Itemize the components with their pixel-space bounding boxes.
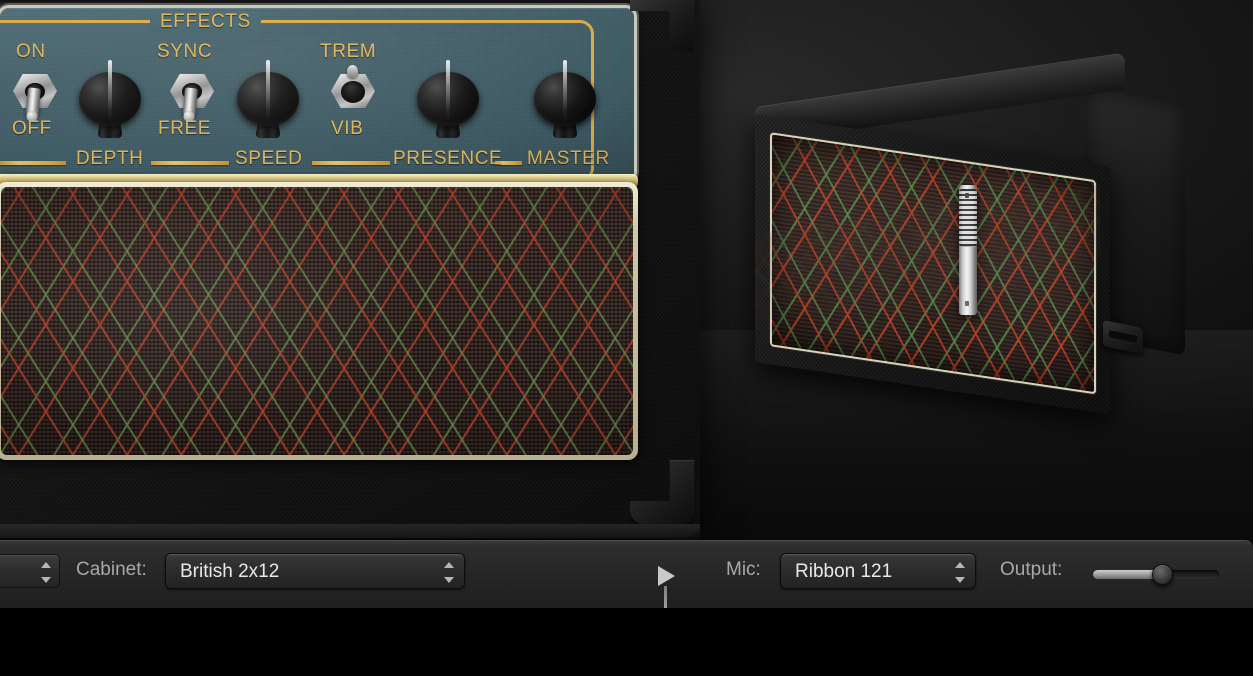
switch-tremolo-sync[interactable] xyxy=(165,60,219,119)
effects-section-label: EFFECTS xyxy=(150,11,261,33)
amp-control-panel: EFFECTS ON OFF SYNC FREE TREM VIB DEPTH … xyxy=(0,8,634,176)
window-bottom-area xyxy=(0,608,1253,676)
toggle-lever-icon[interactable] xyxy=(25,87,41,119)
knob-presence[interactable] xyxy=(417,54,479,138)
chevron-up-icon xyxy=(443,562,454,568)
play-triangle-icon[interactable] xyxy=(658,566,675,586)
chevron-up-icon xyxy=(954,562,965,568)
knob-pointer-icon xyxy=(446,60,450,122)
chevron-down-icon xyxy=(40,577,51,583)
legend-rule xyxy=(151,161,229,165)
amp-model-popup-truncated[interactable] xyxy=(0,554,60,588)
legend-rule xyxy=(0,161,66,165)
amp-grille-cloth xyxy=(1,187,633,455)
stepper-arrows-icon[interactable] xyxy=(40,562,51,583)
chevron-up-icon xyxy=(40,562,51,568)
toggle-lever-icon[interactable] xyxy=(182,87,198,119)
amp-head: EFFECTS ON OFF SYNC FREE TREM VIB DEPTH … xyxy=(0,0,700,538)
cabinet-label: Cabinet: xyxy=(76,559,147,580)
knob-label-depth: DEPTH xyxy=(76,148,144,169)
output-label: Output: xyxy=(1000,559,1063,580)
knob-pointer-icon xyxy=(563,60,567,122)
chevron-down-icon xyxy=(443,577,454,583)
mic-top-marker xyxy=(965,193,969,198)
mic-bottom-marker xyxy=(965,301,969,306)
cabinet-popup-value: British 2x12 xyxy=(180,561,280,582)
amp-designer-window: EFFECTS ON OFF SYNC FREE TREM VIB DEPTH … xyxy=(0,0,1253,676)
toggle-dome xyxy=(341,81,365,103)
knob-depth[interactable] xyxy=(79,54,141,138)
switch-label-trem: TREM xyxy=(320,41,377,62)
knob-master[interactable] xyxy=(534,54,596,138)
output-slider[interactable] xyxy=(1093,564,1219,585)
mic-popup-value: Ribbon 121 xyxy=(795,561,893,582)
knob-pointer-icon xyxy=(266,60,270,122)
amp-corner-bottom-right xyxy=(630,460,694,524)
amp-top-edge xyxy=(0,0,700,2)
switch-label-free: FREE xyxy=(158,118,212,139)
legend-rule xyxy=(312,161,390,165)
switch-tremolo-power[interactable] xyxy=(8,60,62,119)
switch-label-off: OFF xyxy=(12,118,52,139)
knob-label-speed: SPEED xyxy=(235,148,303,169)
switch-label-sync: SYNC xyxy=(157,41,213,62)
bottom-toolbar: Cabinet: British 2x12 Mic: Ribbon 121 Ou… xyxy=(0,540,1253,608)
knob-label-master: MASTER xyxy=(527,148,610,169)
knob-speed[interactable] xyxy=(237,54,299,138)
stepper-arrows-icon[interactable] xyxy=(443,562,454,583)
toggle-lever-icon[interactable] xyxy=(347,65,358,78)
amp-grille-frame xyxy=(0,182,638,460)
mic-label: Mic: xyxy=(726,559,761,580)
cabinet-popup-button[interactable]: British 2x12 xyxy=(165,553,465,589)
switch-effect-type[interactable] xyxy=(326,60,380,118)
switch-label-vib: VIB xyxy=(331,118,364,139)
knob-label-presence: PRESENCE xyxy=(393,148,503,169)
stepper-arrows-icon[interactable] xyxy=(954,562,965,583)
microphone-ribbon-121[interactable] xyxy=(955,185,981,315)
amp-corner-top-right xyxy=(630,0,694,52)
mic-popup-button[interactable]: Ribbon 121 xyxy=(780,553,976,589)
switch-label-on: ON xyxy=(16,41,46,62)
knob-pointer-icon xyxy=(108,60,112,122)
chevron-down-icon xyxy=(954,577,965,583)
